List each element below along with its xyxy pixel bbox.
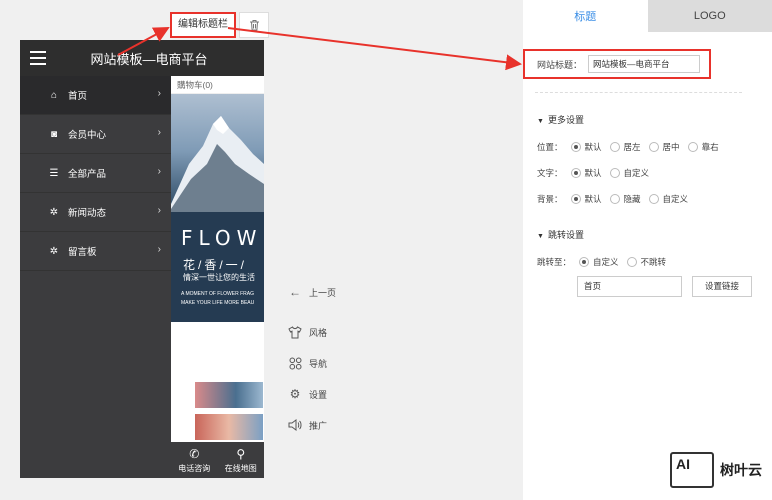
menu-item-message-board[interactable]: ✲ 留言板 › [20,232,171,271]
phone-consult-button[interactable]: ✆ 电话咨询 [171,442,218,478]
chevron-right-icon: › [157,166,161,177]
menu-item-label: 全部产品 [68,169,107,180]
caret-down-icon: ▼ [537,118,544,125]
navigation-button[interactable]: 导航 [288,356,327,370]
panel-tabs: 标题 LOGO [523,0,772,32]
phone-bottom-bar: ✆ 电话咨询 ⚲ 在线地图 [171,442,264,478]
caret-down-icon: ▼ [537,233,544,240]
jump-settings-toggle[interactable]: ▼ 跳转设置 [537,228,584,241]
jump-options: 跳转至： 自定义 不跳转 [537,256,667,268]
shirt-icon [288,325,302,339]
menu-item-member-center[interactable]: ◙ 会员中心 › [20,115,171,154]
arrow-to-site-title [227,27,522,71]
gear-icon: ✲ [49,206,59,218]
arrow-left-icon: ← [289,285,301,299]
radio-position-left[interactable]: 居左 [609,141,641,153]
phone-icon: ✆ [189,446,200,461]
speaker-icon [288,418,302,432]
products-icon: ☰ [49,167,59,179]
site-title-row: 网站标题： [523,49,711,79]
banner-flow-text: FLOW [181,226,263,250]
radio-jump-none[interactable]: 不跳转 [626,256,666,268]
style-button[interactable]: 风格 [288,325,327,339]
site-title-label: 网站标题： [537,59,583,70]
menu-item-label: 首页 [68,91,88,102]
mountain-illustration [171,116,264,322]
chevron-right-icon: › [157,88,161,99]
side-menu: ⌂ 首页 › ◙ 会员中心 › ☰ 全部产品 › ✲ 新闻动态 › ✲ 留言板 [20,76,171,478]
radio-background-hide[interactable]: 隐藏 [609,193,641,205]
radio-position-default[interactable]: 默认 [570,141,602,153]
radio-background-default[interactable]: 默认 [570,193,602,205]
trash-icon[interactable] [239,12,269,38]
set-link-button[interactable]: 设置链接 [692,276,752,297]
radio-position-center[interactable]: 居中 [648,141,680,153]
menu-item-news[interactable]: ✲ 新闻动态 › [20,193,171,232]
gear-icon: ⚙ [289,387,301,401]
gear-icon: ✲ [49,245,59,257]
cart-link[interactable]: 購物车(0) [171,76,264,94]
site-title-input[interactable] [588,55,701,73]
divider [535,92,742,93]
chevron-right-icon: › [157,205,161,216]
home-icon: ⌂ [50,89,58,101]
promote-button[interactable]: 推广 [288,418,327,432]
prev-page-button[interactable]: ← 上一页 [288,285,336,299]
phone-header[interactable]: 网站模板—电商平台 [20,40,264,76]
jump-target-input[interactable]: 首页 [577,276,682,297]
menu-item-label: 留言板 [68,247,97,258]
more-settings-toggle[interactable]: ▼ 更多设置 [537,113,584,126]
menu-item-home[interactable]: ⌂ 首页 › [20,76,171,115]
banner-english-text: A MOMENT OF FLOWER FRAG MAKE YOUR LIFE M… [181,291,255,306]
user-icon: ◙ [50,128,58,140]
banner-life-text: 情深一世让您的生活 [183,273,255,282]
menu-item-label: 会员中心 [68,130,107,141]
online-map-button[interactable]: ⚲ 在线地图 [218,442,265,478]
text-options: 文字： 默认 自定义 [537,167,650,179]
ai-logo-icon: AI [670,452,714,488]
watermark-text: 树叶云 [720,462,762,478]
menu-item-all-products[interactable]: ☰ 全部产品 › [20,154,171,193]
map-pin-icon: ⚲ [236,446,246,461]
settings-button[interactable]: ⚙ 设置 [288,387,327,401]
position-options: 位置： 默认 居左 居中 靠右 [537,141,719,153]
hamburger-menu-icon[interactable] [30,51,46,65]
banner-image[interactable]: FLOW 花/香/一/ 情深一世让您的生活 A MOMENT OF FLOWER… [171,94,264,322]
chevron-right-icon: › [157,244,161,255]
chevron-right-icon: › [157,127,161,138]
product-thumbnail[interactable] [195,414,263,440]
tab-logo[interactable]: LOGO [647,0,772,32]
phone-preview: 网站模板—电商平台 ⌂ 首页 › ◙ 会员中心 › ☰ 全部产品 › ✲ 新闻动… [20,40,264,478]
background-options: 背景： 默认 隐藏 自定义 [537,193,689,205]
menu-item-label: 新闻动态 [68,208,107,219]
edit-title-bar-button[interactable]: 编辑标题栏 [170,12,236,38]
grid-icon [288,356,302,370]
watermark-logo: AI 树叶云 [670,452,762,488]
settings-panel: 标题 LOGO 网站标题： ▼更多设置 位置： 默认 居左 居中 靠右 文字： … [523,0,772,500]
product-thumbnail[interactable] [195,382,263,408]
radio-text-custom[interactable]: 自定义 [609,167,649,179]
tab-title[interactable]: 标题 [523,0,648,32]
banner-flower-text: 花/香/一/ [183,258,248,272]
radio-position-right[interactable]: 靠右 [687,141,719,153]
radio-jump-custom[interactable]: 自定义 [579,256,619,268]
phone-content: 購物车(0) FLOW 花/香/一/ 情深一世让您的生活 A MOMENT OF… [171,76,264,478]
radio-background-custom[interactable]: 自定义 [648,193,688,205]
title-toolbar: 编辑标题栏 [170,12,269,38]
radio-text-default[interactable]: 默认 [570,167,602,179]
phone-site-title[interactable]: 网站模板—电商平台 [20,49,264,68]
